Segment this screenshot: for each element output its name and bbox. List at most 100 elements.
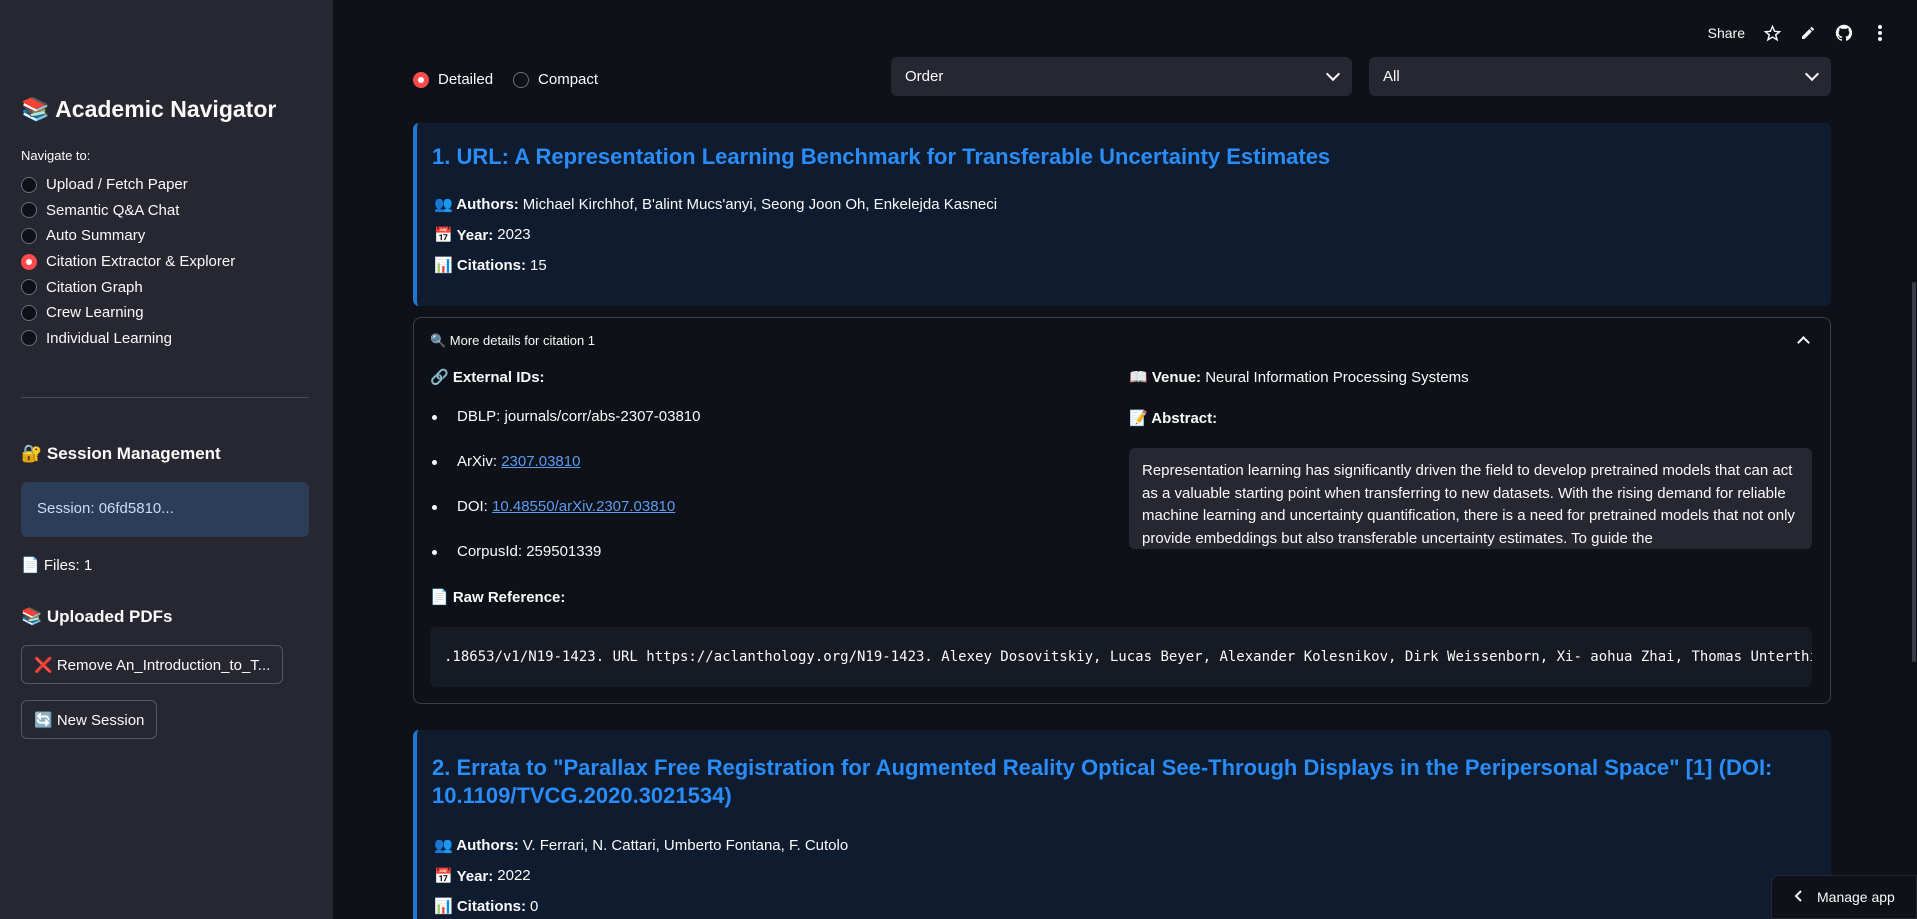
session-info-box: Session: 06fd5810...: [21, 482, 309, 537]
year-label: 📅 Year:: [434, 867, 494, 885]
nav-item-auto-summary[interactable]: Auto Summary: [21, 223, 235, 249]
list-item: CorpusId: 259501339: [430, 543, 700, 588]
venue-label: 📖 Venue:: [1129, 369, 1202, 386]
corpus-id: 259501339: [526, 543, 602, 560]
authors-label: 👥 Authors:: [434, 837, 519, 855]
new-session-button[interactable]: 🔄 New Session: [21, 700, 158, 739]
radio-unchecked-icon: [21, 279, 37, 296]
year-label: 📅 Year:: [434, 226, 494, 244]
radio-unchecked-icon: [21, 304, 37, 321]
external-ids-section: 🔗 External IDs: DBLP: journals/corr/abs-…: [430, 368, 700, 588]
chevron-up-icon[interactable]: [1797, 336, 1810, 349]
chevron-down-icon: [1325, 66, 1341, 82]
citation-title[interactable]: 1. URL: A Representation Learning Benchm…: [432, 143, 1816, 171]
citations-value: 0: [530, 897, 539, 915]
nav-item-label: Crew Learning: [46, 304, 144, 322]
view-mode-radio-group: Detailed Compact: [413, 67, 598, 93]
filter-select[interactable]: All: [1369, 57, 1831, 96]
raw-reference-label: 📄 Raw Reference:: [430, 589, 566, 606]
raw-reference-code[interactable]: .18653/v1/N19-1423. URL https://aclantho…: [430, 627, 1812, 687]
abstract-textarea[interactable]: Representation learning has significantl…: [1129, 448, 1812, 549]
citations-label: 📊 Citations:: [434, 898, 527, 916]
view-option-label: Compact: [538, 71, 599, 89]
sidebar-divider: [21, 397, 309, 398]
scrollbar[interactable]: [1911, 0, 1917, 919]
chevron-down-icon: [1804, 66, 1820, 82]
more-vertical-icon[interactable]: [1871, 24, 1889, 42]
radio-unchecked-icon: [21, 227, 37, 244]
year-value: 2022: [497, 867, 531, 885]
nav-item-citation-explorer[interactable]: Citation Extractor & Explorer: [21, 249, 235, 275]
citation-details-expander: 🔍 More details for citation 1 🔗 External…: [413, 317, 1831, 704]
nav-item-qa-chat[interactable]: Semantic Q&A Chat: [21, 198, 235, 224]
venue-value: Neural Information Processing Systems: [1205, 369, 1469, 386]
nav-item-label: Upload / Fetch Paper: [46, 176, 188, 194]
manage-app-button[interactable]: Manage app: [1771, 875, 1917, 919]
filter-select-value: All: [1383, 68, 1400, 85]
external-ids-list: DBLP: journals/corr/abs-2307-03810 ArXiv…: [430, 408, 700, 588]
session-management-heading: 🔐 Session Management: [21, 444, 221, 463]
sidebar: 📚 Academic Navigator Navigate to: Upload…: [0, 0, 333, 919]
doi-link[interactable]: 10.48550/arXiv.2307.03810: [492, 498, 675, 515]
main-content: Share Detailed Compact Order All 1. URL:…: [333, 0, 1917, 919]
star-icon[interactable]: [1763, 24, 1781, 42]
top-toolbar: Share: [1708, 24, 1889, 42]
nav-item-label: Semantic Q&A Chat: [46, 201, 180, 219]
nav-item-individual-learning[interactable]: Individual Learning: [21, 326, 235, 352]
chevron-left-icon: [1794, 889, 1803, 905]
nav-item-upload[interactable]: Upload / Fetch Paper: [21, 172, 235, 198]
authors-label: 👥 Authors:: [434, 196, 519, 214]
radio-checked-icon: [21, 253, 37, 270]
list-item: ArXiv: 2307.03810: [430, 453, 700, 498]
sort-select-value: Order: [905, 68, 944, 85]
manage-app-label: Manage app: [1817, 889, 1895, 905]
radio-unchecked-icon: [513, 71, 530, 88]
view-option-label: Detailed: [438, 71, 494, 89]
pencil-icon[interactable]: [1799, 24, 1817, 42]
files-count: 📄 Files: 1: [21, 557, 93, 574]
expander-header[interactable]: 🔍 More details for citation 1: [430, 333, 595, 349]
scrollbar-thumb[interactable]: [1912, 282, 1916, 662]
authors-value: V. Ferrari, N. Cattari, Umberto Fontana,…: [522, 836, 849, 854]
list-item: DBLP: journals/corr/abs-2307-03810: [430, 408, 700, 453]
citation-card: 1. URL: A Representation Learning Benchm…: [413, 123, 1831, 306]
venue: 📖 Venue: Neural Information Processing S…: [1129, 368, 1469, 386]
nav-item-label: Individual Learning: [46, 329, 172, 347]
radio-checked-icon: [413, 71, 429, 88]
citation-count: 📊 Citations: 15: [432, 250, 1816, 281]
citation-title[interactable]: 2. Errata to "Parallax Free Registration…: [432, 754, 1816, 810]
nav-item-citation-graph[interactable]: Citation Graph: [21, 274, 235, 300]
github-icon[interactable]: [1835, 24, 1853, 42]
view-compact-option[interactable]: Compact: [513, 67, 598, 93]
citations-value: 15: [530, 256, 547, 274]
radio-unchecked-icon: [21, 330, 37, 347]
nav-item-label: Citation Graph: [46, 278, 143, 296]
citation-year: 📅 Year: 2022: [432, 861, 1816, 892]
nav-item-crew-learning[interactable]: Crew Learning: [21, 300, 235, 326]
remove-pdf-button[interactable]: ❌ Remove An_Introduction_to_T...: [21, 645, 284, 684]
app-title: 📚 Academic Navigator: [21, 96, 277, 122]
radio-unchecked-icon: [21, 202, 37, 219]
uploaded-pdfs-heading: 📚 Uploaded PDFs: [21, 607, 173, 626]
share-button[interactable]: Share: [1708, 25, 1745, 41]
citation-authors: 👥 Authors: Michael Kirchhof, B'alint Mucs…: [432, 189, 1816, 220]
external-ids-label: 🔗 External IDs:: [430, 369, 545, 386]
list-item: DOI: 10.48550/arXiv.2307.03810: [430, 498, 700, 543]
view-detailed-option[interactable]: Detailed: [413, 67, 493, 93]
authors-value: Michael Kirchhof, B'alint Mucs'anyi, Seo…: [522, 195, 998, 213]
abstract-label: 📝 Abstract:: [1129, 410, 1218, 427]
sort-select[interactable]: Order: [891, 57, 1352, 96]
citations-label: 📊 Citations:: [434, 257, 527, 275]
arxiv-link[interactable]: 2307.03810: [501, 453, 580, 470]
nav-item-label: Citation Extractor & Explorer: [46, 253, 236, 271]
nav-radio-group: Upload / Fetch Paper Semantic Q&A Chat A…: [21, 172, 235, 351]
citation-count: 📊 Citations: 0: [432, 891, 1816, 919]
nav-caption: Navigate to:: [21, 148, 91, 163]
nav-item-label: Auto Summary: [46, 227, 146, 245]
dblp-id: journals/corr/abs-2307-03810: [504, 408, 701, 425]
citation-authors: 👥 Authors: V. Ferrari, N. Cattari, Umbert…: [432, 830, 1816, 861]
citation-year: 📅 Year: 2023: [432, 220, 1816, 251]
citation-card: 2. Errata to "Parallax Free Registration…: [413, 730, 1831, 919]
year-value: 2023: [497, 226, 531, 244]
radio-unchecked-icon: [21, 176, 37, 193]
